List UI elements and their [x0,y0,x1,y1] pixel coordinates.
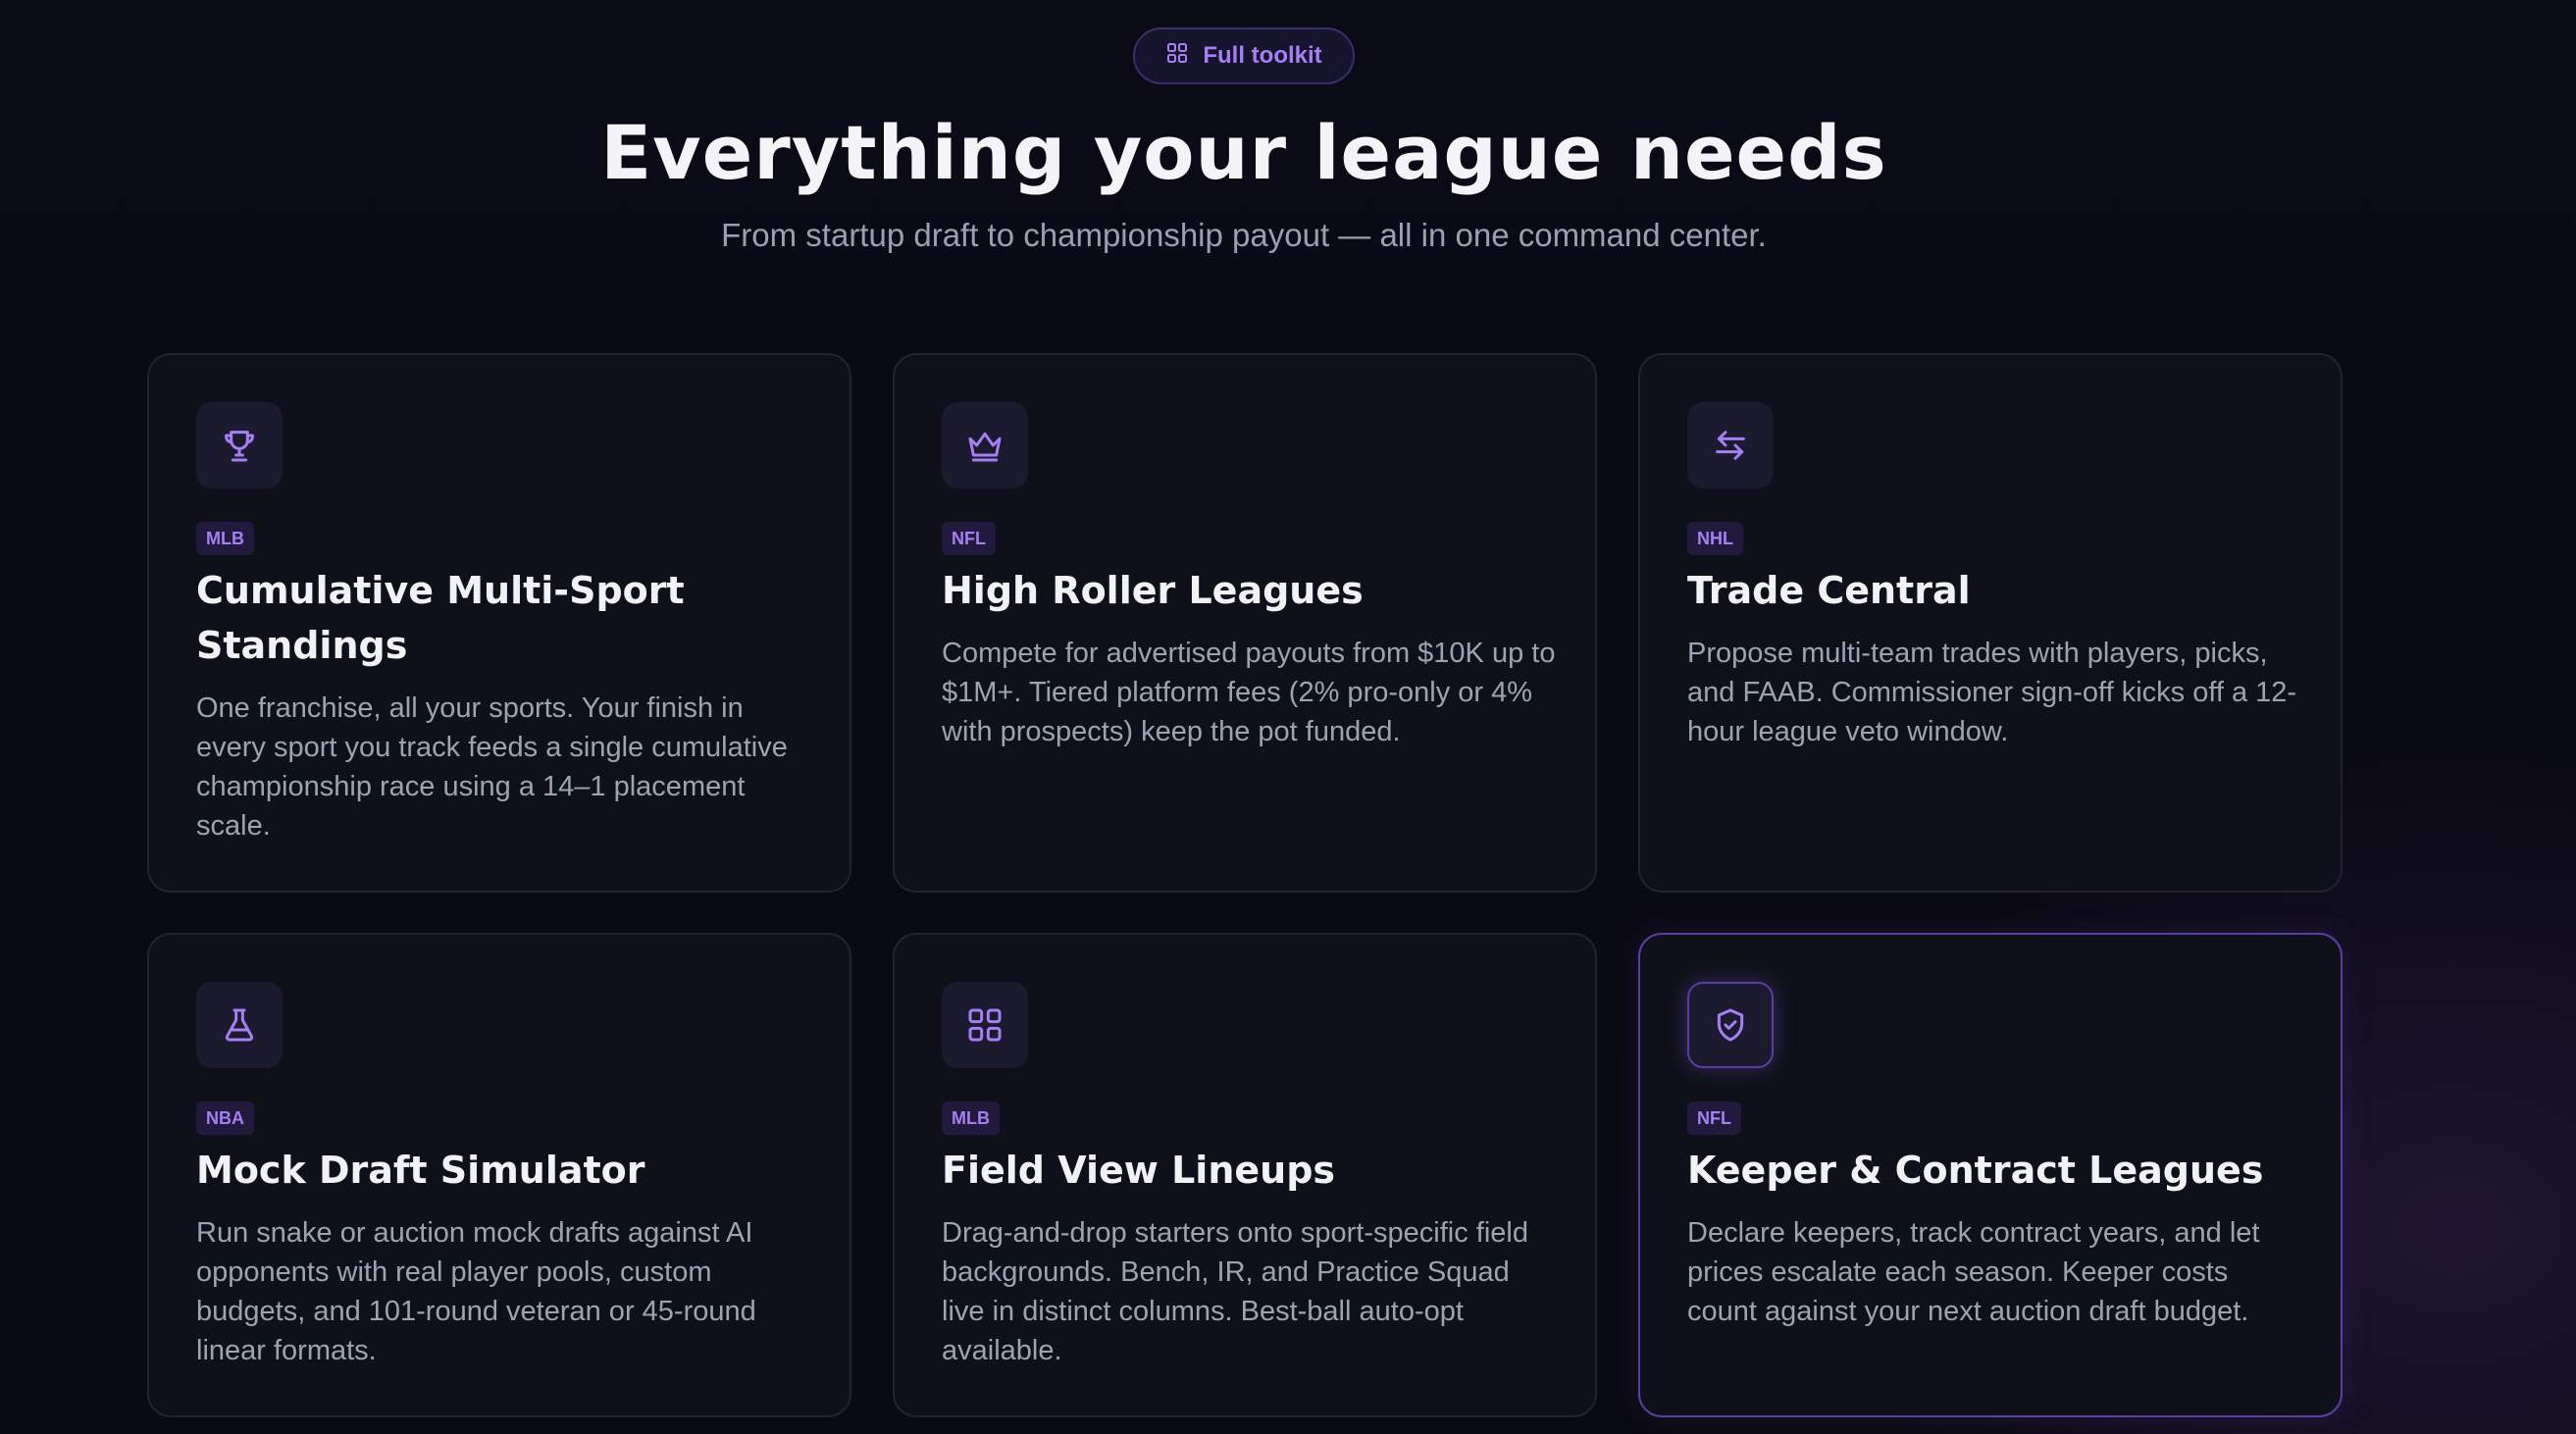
full-toolkit-pill[interactable]: Full toolkit [1133,27,1355,84]
grid-icon [1165,41,1189,72]
feature-card-standings[interactable]: MLB Cumulative Multi-Sport Standings One… [147,353,851,893]
feature-card-keeper-contract[interactable]: NFL Keeper & Contract Leagues Declare ke… [1638,933,2343,1417]
sport-badge: NBA [196,1101,254,1135]
feature-card-high-roller[interactable]: NFL High Roller Leagues Compete for adve… [893,353,1597,893]
sport-badge: NFL [1687,1101,1741,1135]
feature-card-trade-central[interactable]: NHL Trade Central Propose multi-team tra… [1638,353,2343,893]
crown-icon [942,402,1028,488]
card-title: Keeper & Contract Leagues [1687,1149,2264,1192]
trophy-icon [196,402,283,488]
sport-badge: MLB [196,522,254,555]
card-description: Drag-and-drop starters onto sport-specif… [942,1217,1528,1366]
card-description: Declare keepers, track contract years, a… [1687,1217,2260,1327]
card-title: Trade Central [1687,569,1971,612]
card-description: Propose multi-team trades with players, … [1687,638,2297,747]
card-title: Field View Lineups [942,1149,1336,1192]
card-title: Cumulative Multi-Sport Standings [196,569,685,667]
page-subtitle: From startup draft to championship payou… [721,217,1767,253]
pill-label: Full toolkit [1203,42,1322,69]
page-title: Everything your league needs [600,109,1887,196]
swap-arrows-icon [1687,402,1774,488]
card-description: Compete for advertised payouts from $10K… [942,638,1556,747]
shield-check-icon [1687,982,1774,1068]
grid-icon [942,982,1028,1068]
card-description: Run snake or auction mock drafts against… [196,1217,756,1366]
sport-badge: NFL [942,522,996,555]
feature-card-field-view[interactable]: MLB Field View Lineups Drag-and-drop sta… [893,933,1597,1417]
flask-icon [196,982,283,1068]
card-description: One franchise, all your sports. Your fin… [196,692,788,842]
sport-badge: MLB [942,1101,1000,1135]
sport-badge: NHL [1687,522,1743,555]
card-title: Mock Draft Simulator [196,1149,645,1192]
feature-card-mock-draft[interactable]: NBA Mock Draft Simulator Run snake or au… [147,933,851,1417]
card-title: High Roller Leagues [942,569,1364,612]
